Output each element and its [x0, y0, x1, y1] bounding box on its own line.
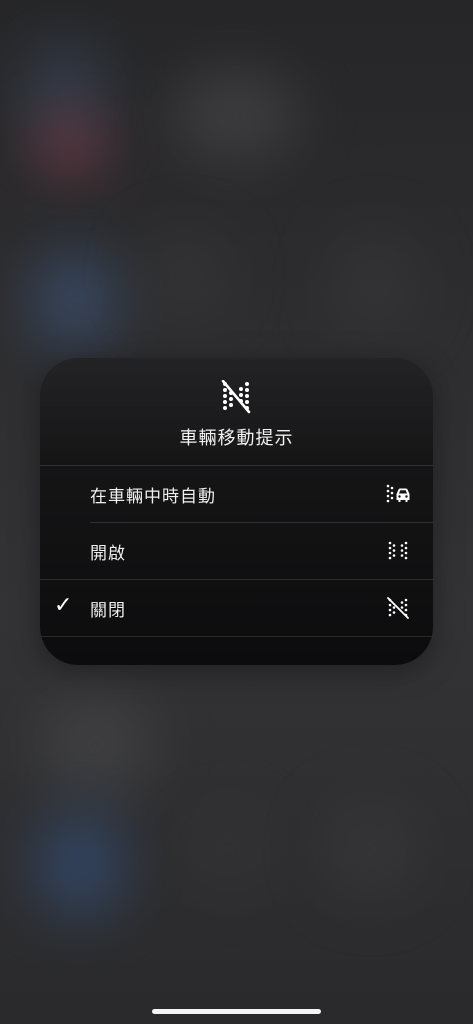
divider [90, 522, 433, 523]
divider [40, 636, 433, 637]
option-off[interactable]: ✓ 關閉 [40, 579, 433, 637]
vehicle-motion-cues-menu: 車輛移動提示 在車輛中時自動 開啟 ✓ 關閉 [40, 358, 433, 665]
dots-icon [388, 541, 408, 560]
option-label: 在車輛中時自動 [90, 487, 216, 507]
blurred-background-blob [330, 230, 420, 340]
menu-title: 車輛移動提示 [179, 428, 294, 449]
option-automatic-in-vehicle[interactable]: 在車輛中時自動 [40, 465, 433, 522]
dots-slashed-icon [387, 597, 409, 619]
divider [40, 579, 433, 580]
blurred-background-blob [180, 800, 280, 900]
option-label: 開啟 [90, 544, 126, 564]
vehicle-motion-cues-off-icon [221, 380, 251, 414]
blurred-background-blob [140, 230, 230, 320]
dots-with-car-icon [386, 484, 410, 503]
option-label: 關閉 [90, 601, 126, 621]
menu-header: 車輛移動提示 [40, 358, 433, 465]
blurred-background-blob [35, 810, 125, 920]
screen: 車輛移動提示 在車輛中時自動 開啟 ✓ 關閉 [0, 0, 473, 1024]
blurred-background-blob [35, 690, 155, 800]
blurred-background-blob [30, 250, 120, 350]
home-indicator[interactable] [152, 1009, 321, 1014]
option-on[interactable]: 開啟 [40, 522, 433, 579]
blurred-background-blob [35, 115, 105, 175]
blurred-background-blob [170, 70, 300, 160]
blurred-background-blob [320, 800, 420, 900]
divider [40, 465, 433, 466]
checkmark-icon: ✓ [54, 593, 73, 618]
